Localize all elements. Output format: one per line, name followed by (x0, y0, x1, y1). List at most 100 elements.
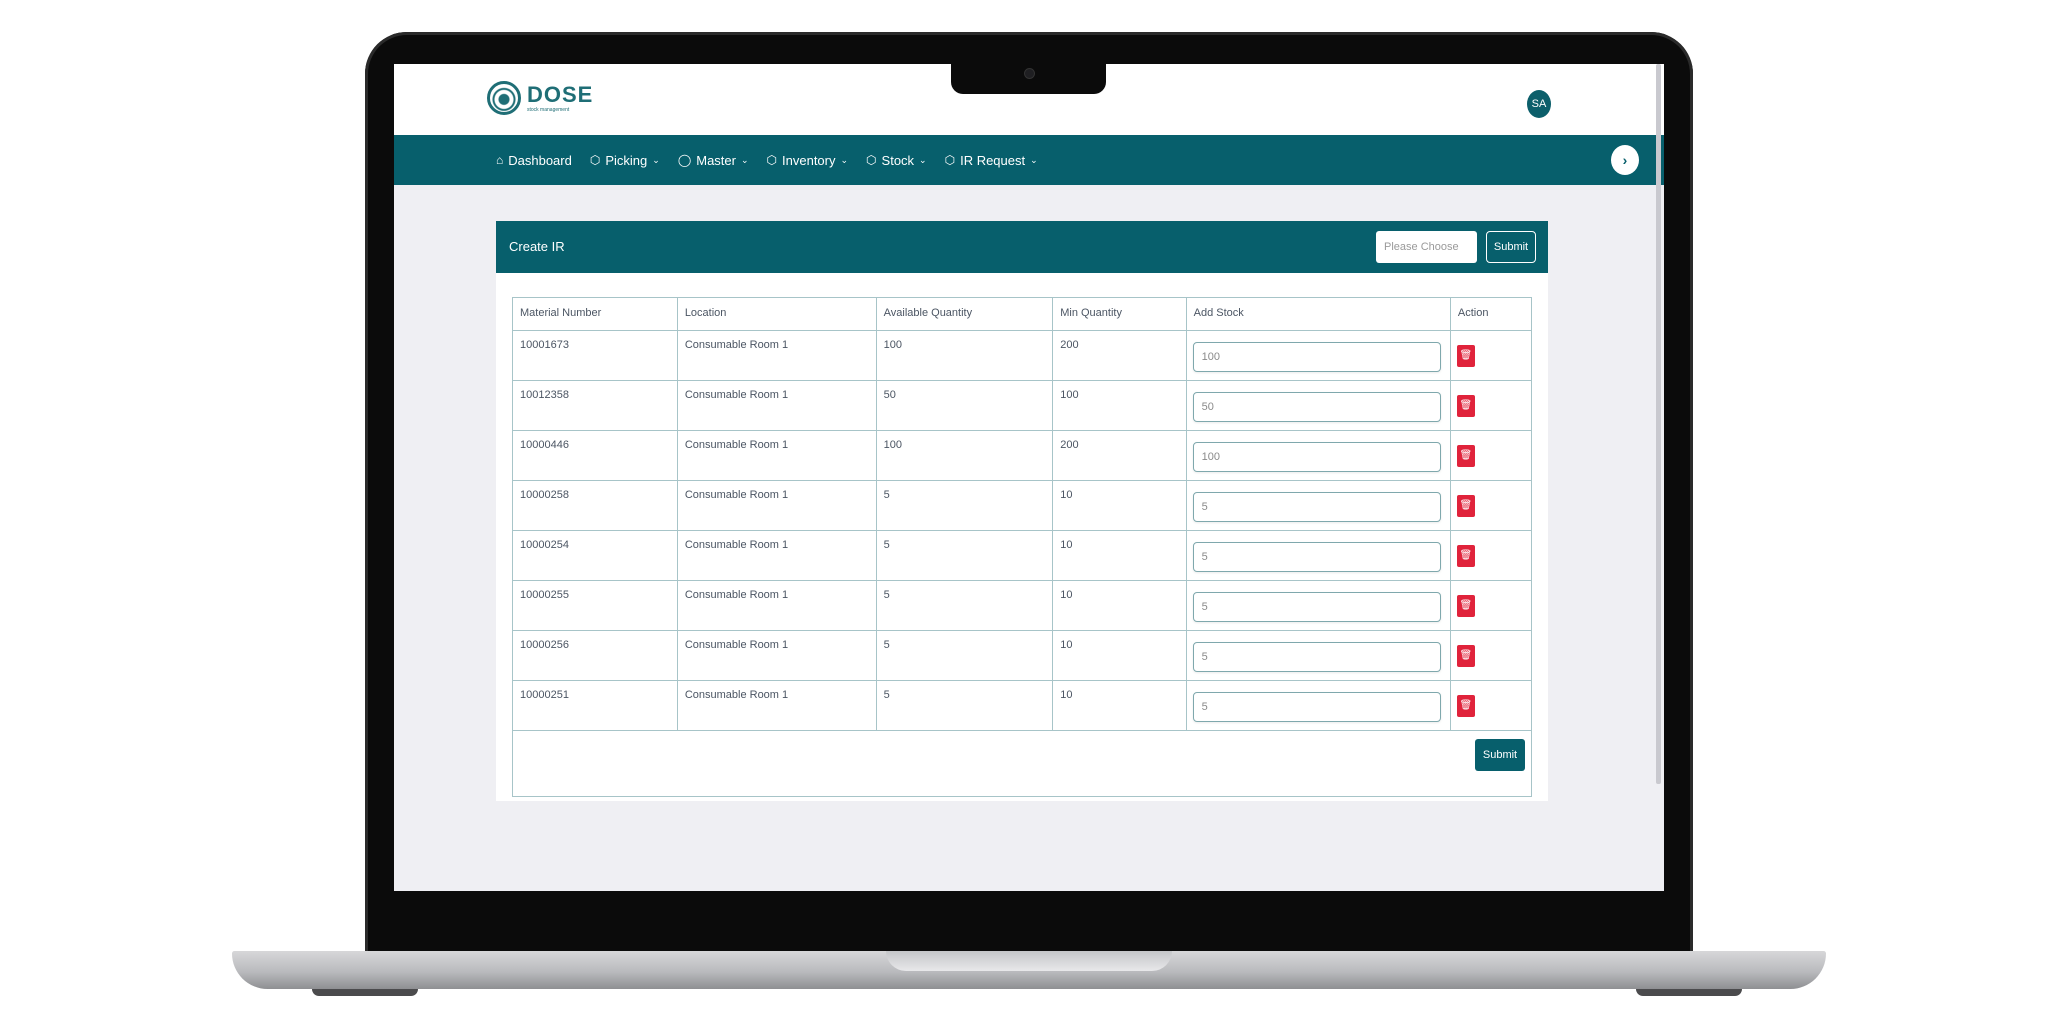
table-footer-cell: Submit (512, 730, 1532, 797)
add-stock-input[interactable] (1192, 541, 1441, 572)
chevron-down-icon: ⌄ (652, 154, 660, 165)
trash-icon: 🗑 (1459, 500, 1473, 511)
delete-row-button[interactable]: 🗑 (1456, 644, 1475, 667)
available-quantity-cell: 50 (875, 380, 1054, 431)
add-stock-input[interactable] (1192, 491, 1441, 522)
table-footer-row: Submit (512, 730, 1532, 797)
circle-icon: ◯ (677, 153, 692, 167)
action-cell: 🗑 (1449, 380, 1533, 431)
action-cell: 🗑 (1449, 430, 1533, 481)
chevron-down-icon: ⌄ (919, 154, 927, 165)
material-number-cell: 10012358 (512, 380, 678, 431)
available-quantity-cell: 5 (875, 530, 1054, 581)
material-number-cell: 10001673 (512, 330, 678, 381)
table-row: 10012358Consumable Room 150100 🗑 (512, 380, 1533, 431)
create-ir-card: Create IR Please Choose Submit Material … (496, 221, 1548, 801)
table-row: 10000258Consumable Room 1510 🗑 (512, 480, 1533, 531)
logo[interactable]: DOSE stock management (487, 81, 593, 115)
add-stock-input[interactable] (1192, 641, 1441, 672)
nav-item-picking[interactable]: ⬡ Picking ⌄ (590, 153, 660, 168)
add-stock-input[interactable] (1192, 691, 1441, 722)
available-quantity-cell: 100 (875, 430, 1054, 481)
location-cell: Consumable Room 1 (676, 480, 877, 531)
delete-row-button[interactable]: 🗑 (1456, 444, 1475, 467)
location-cell: Consumable Room 1 (676, 580, 877, 631)
nav-item-master[interactable]: ◯ Master ⌄ (678, 153, 749, 168)
nav-item-stock[interactable]: ⬡ Stock ⌄ (866, 153, 927, 168)
column-header: Min Quantity (1052, 297, 1187, 331)
footer-submit-button[interactable]: Submit (1475, 739, 1525, 771)
available-quantity-cell: 5 (875, 580, 1054, 631)
delete-row-button[interactable]: 🗑 (1456, 344, 1475, 367)
camera-notch (951, 64, 1106, 94)
nav-label: Stock (881, 152, 915, 168)
trash-icon: 🗑 (1459, 550, 1473, 561)
delete-row-button[interactable]: 🗑 (1456, 694, 1475, 717)
add-stock-cell (1185, 630, 1451, 681)
material-number-cell: 10000446 (512, 430, 678, 481)
ir-select-dropdown[interactable]: Please Choose (1376, 231, 1477, 263)
nav-label: Master (696, 152, 736, 168)
available-quantity-cell: 100 (875, 330, 1054, 381)
min-quantity-cell: 10 (1052, 580, 1187, 631)
location-cell: Consumable Room 1 (676, 430, 877, 481)
table-row: 10000251Consumable Room 1510 🗑 (512, 680, 1533, 731)
header-submit-button[interactable]: Submit (1486, 231, 1536, 263)
app-screen: DOSE stock management SA ⌂ Dashboard ⬡ P… (394, 64, 1664, 891)
logo-subtitle: stock management (527, 106, 570, 113)
available-quantity-cell: 5 (875, 630, 1054, 681)
add-stock-input[interactable] (1192, 341, 1441, 372)
column-header: Material Number (512, 297, 678, 331)
location-cell: Consumable Room 1 (676, 380, 877, 431)
delete-row-button[interactable]: 🗑 (1456, 394, 1475, 417)
table-row: 10000254Consumable Room 1510 🗑 (512, 530, 1533, 581)
sidebar-toggle-button[interactable]: › (1611, 145, 1639, 175)
available-quantity-cell: 5 (875, 480, 1054, 531)
add-stock-input[interactable] (1192, 391, 1441, 422)
camera-icon (1024, 68, 1035, 79)
min-quantity-cell: 10 (1052, 530, 1187, 581)
delete-row-button[interactable]: 🗑 (1456, 544, 1475, 567)
chevron-down-icon: ⌄ (840, 154, 849, 165)
action-cell: 🗑 (1449, 630, 1533, 681)
box-icon: ⬡ (944, 153, 956, 167)
column-header: Add Stock (1185, 297, 1451, 331)
min-quantity-cell: 10 (1052, 480, 1187, 531)
material-number-cell: 10000254 (512, 530, 678, 581)
action-cell: 🗑 (1449, 480, 1533, 531)
delete-row-button[interactable]: 🗑 (1456, 594, 1475, 617)
page-scrollbar[interactable] (1656, 64, 1661, 784)
material-number-cell: 10000251 (512, 680, 678, 731)
min-quantity-cell: 10 (1052, 680, 1187, 731)
add-stock-cell (1185, 380, 1451, 431)
material-number-cell: 10000256 (512, 630, 678, 681)
trash-icon: 🗑 (1459, 450, 1473, 461)
min-quantity-cell: 200 (1052, 330, 1187, 381)
delete-row-button[interactable]: 🗑 (1456, 494, 1475, 517)
nav-item-ir-request[interactable]: ⬡ IR Request ⌄ (945, 153, 1038, 168)
user-avatar[interactable]: SA (1527, 90, 1551, 118)
logo-title: DOSE (527, 81, 594, 107)
location-cell: Consumable Room 1 (676, 680, 877, 731)
table-header-row: Material Number Location Available Quant… (512, 297, 1533, 331)
card-header: Create IR Please Choose Submit (496, 221, 1548, 273)
action-cell: 🗑 (1449, 680, 1533, 731)
location-cell: Consumable Room 1 (676, 530, 877, 581)
add-stock-input[interactable] (1192, 591, 1441, 622)
add-stock-input[interactable] (1192, 441, 1441, 472)
table-row: 10000256Consumable Room 1510 🗑 (512, 630, 1533, 681)
home-icon: ⌂ (496, 153, 504, 167)
column-header: Action (1449, 297, 1533, 331)
ir-table-wrapper: Material Number Location Available Quant… (512, 297, 1533, 797)
nav-item-dashboard[interactable]: ⌂ Dashboard (496, 153, 572, 168)
box-icon: ⬡ (589, 153, 601, 167)
nav-label: IR Request (960, 152, 1026, 168)
action-cell: 🗑 (1449, 530, 1533, 581)
action-cell: 🗑 (1449, 580, 1533, 631)
add-stock-cell (1185, 680, 1451, 731)
nav-item-inventory[interactable]: ⬡ Inventory ⌄ (767, 153, 849, 168)
trash-icon: 🗑 (1459, 350, 1473, 361)
min-quantity-cell: 200 (1052, 430, 1187, 481)
trash-icon: 🗑 (1459, 400, 1473, 411)
table-row: 10000446Consumable Room 1100200 🗑 (512, 430, 1533, 481)
